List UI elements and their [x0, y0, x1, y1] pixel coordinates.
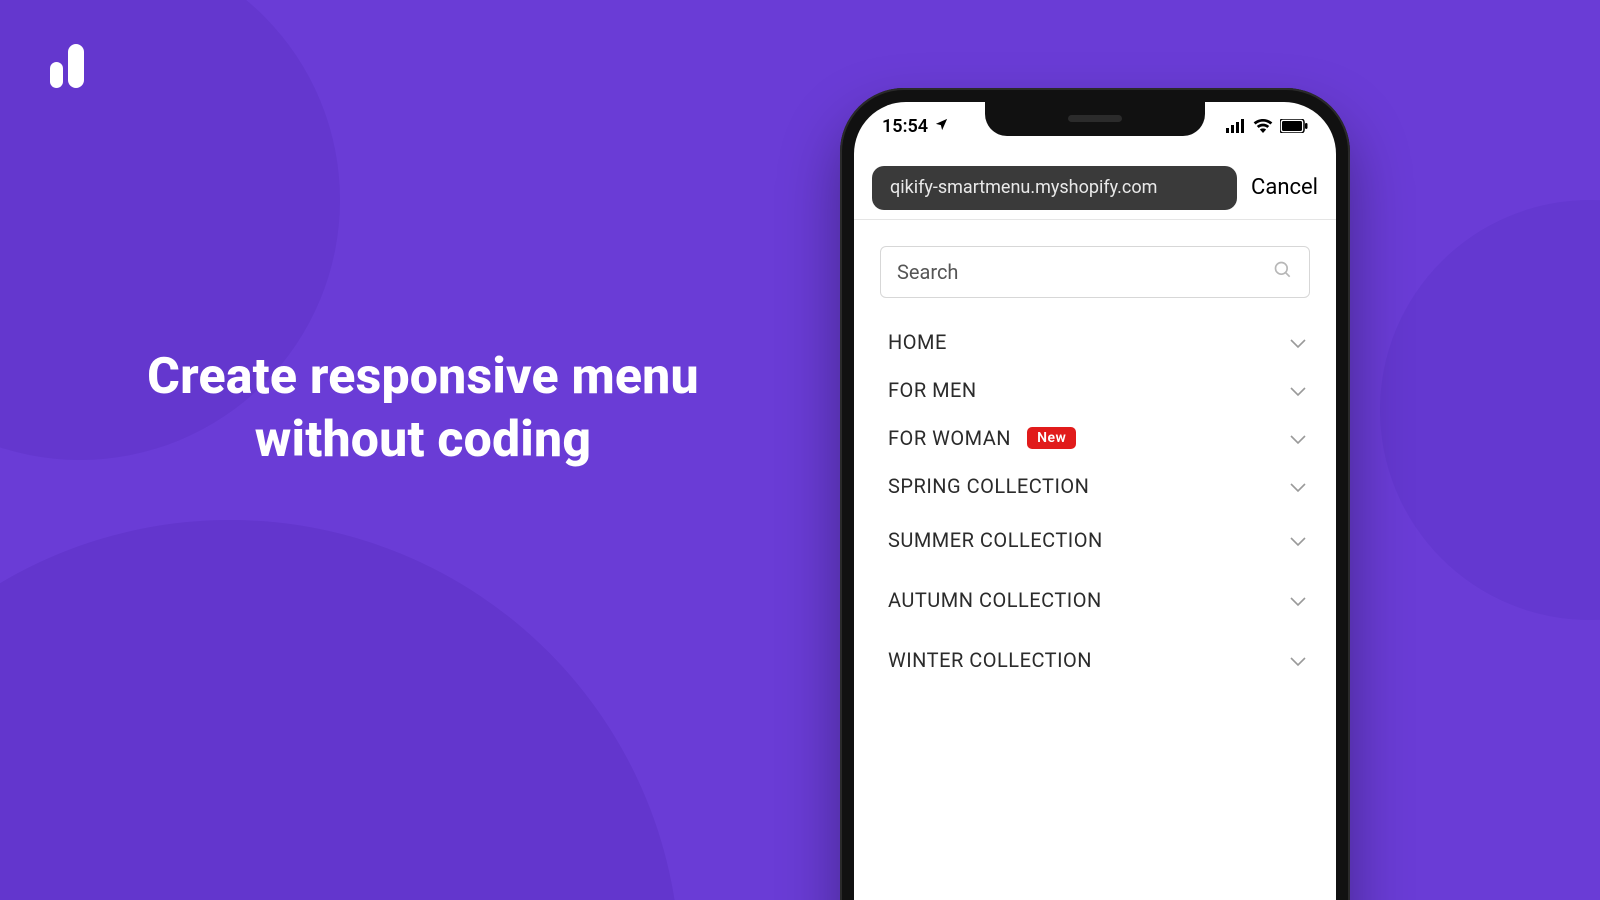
menu-label: AUTUMN COLLECTION [888, 588, 1102, 612]
page-content: Search HOME FOR MEN [854, 220, 1336, 900]
search-icon [1273, 260, 1293, 285]
chevron-down-icon [1290, 588, 1306, 612]
chevron-down-icon [1290, 528, 1306, 552]
cancel-button[interactable]: Cancel [1251, 175, 1318, 200]
url-field[interactable]: qikify-smartmenu.myshopify.com [872, 166, 1237, 210]
chevron-down-icon [1290, 474, 1306, 498]
menu-label: SUMMER COLLECTION [888, 528, 1103, 552]
menu-item-for-men[interactable]: FOR MEN [880, 366, 1310, 414]
menu-label: FOR WOMAN [888, 426, 1011, 450]
menu-label: HOME [888, 330, 947, 354]
menu-item-winter[interactable]: WINTER COLLECTION [880, 630, 1310, 690]
url-text: qikify-smartmenu.myshopify.com [890, 177, 1157, 198]
browser-toolbar: qikify-smartmenu.myshopify.com Cancel [854, 156, 1336, 220]
location-arrow-icon [934, 116, 949, 137]
battery-icon [1280, 119, 1308, 133]
headline-text: Create responsive menu without coding [68, 346, 778, 471]
phone-frame: 15:54 [840, 88, 1350, 900]
cellular-signal-icon [1226, 119, 1246, 133]
status-time: 15:54 [882, 116, 928, 137]
menu-label: FOR MEN [888, 378, 977, 402]
chevron-down-icon [1290, 378, 1306, 402]
new-badge: New [1027, 427, 1076, 449]
wifi-icon [1253, 119, 1273, 133]
menu-item-home[interactable]: HOME [880, 318, 1310, 366]
chevron-down-icon [1290, 330, 1306, 354]
search-input[interactable]: Search [880, 246, 1310, 298]
menu-label: WINTER COLLECTION [888, 648, 1092, 672]
search-placeholder: Search [897, 260, 1273, 284]
menu-item-for-woman[interactable]: FOR WOMAN New [880, 414, 1310, 462]
chevron-down-icon [1290, 648, 1306, 672]
promo-stage: Create responsive menu without coding 15… [0, 0, 1600, 900]
menu-item-summer[interactable]: SUMMER COLLECTION [880, 510, 1310, 570]
phone-screen: 15:54 [854, 102, 1336, 900]
menu-item-spring[interactable]: SPRING COLLECTION [880, 462, 1310, 510]
menu-list: HOME FOR MEN FOR WOMAN New [880, 318, 1310, 690]
menu-item-autumn[interactable]: AUTUMN COLLECTION [880, 570, 1310, 630]
phone-notch [985, 102, 1205, 136]
decor-blob [0, 520, 680, 900]
menu-label: SPRING COLLECTION [888, 474, 1089, 498]
brand-logo [50, 38, 86, 88]
decor-blob [1380, 200, 1600, 620]
chevron-down-icon [1290, 426, 1306, 450]
